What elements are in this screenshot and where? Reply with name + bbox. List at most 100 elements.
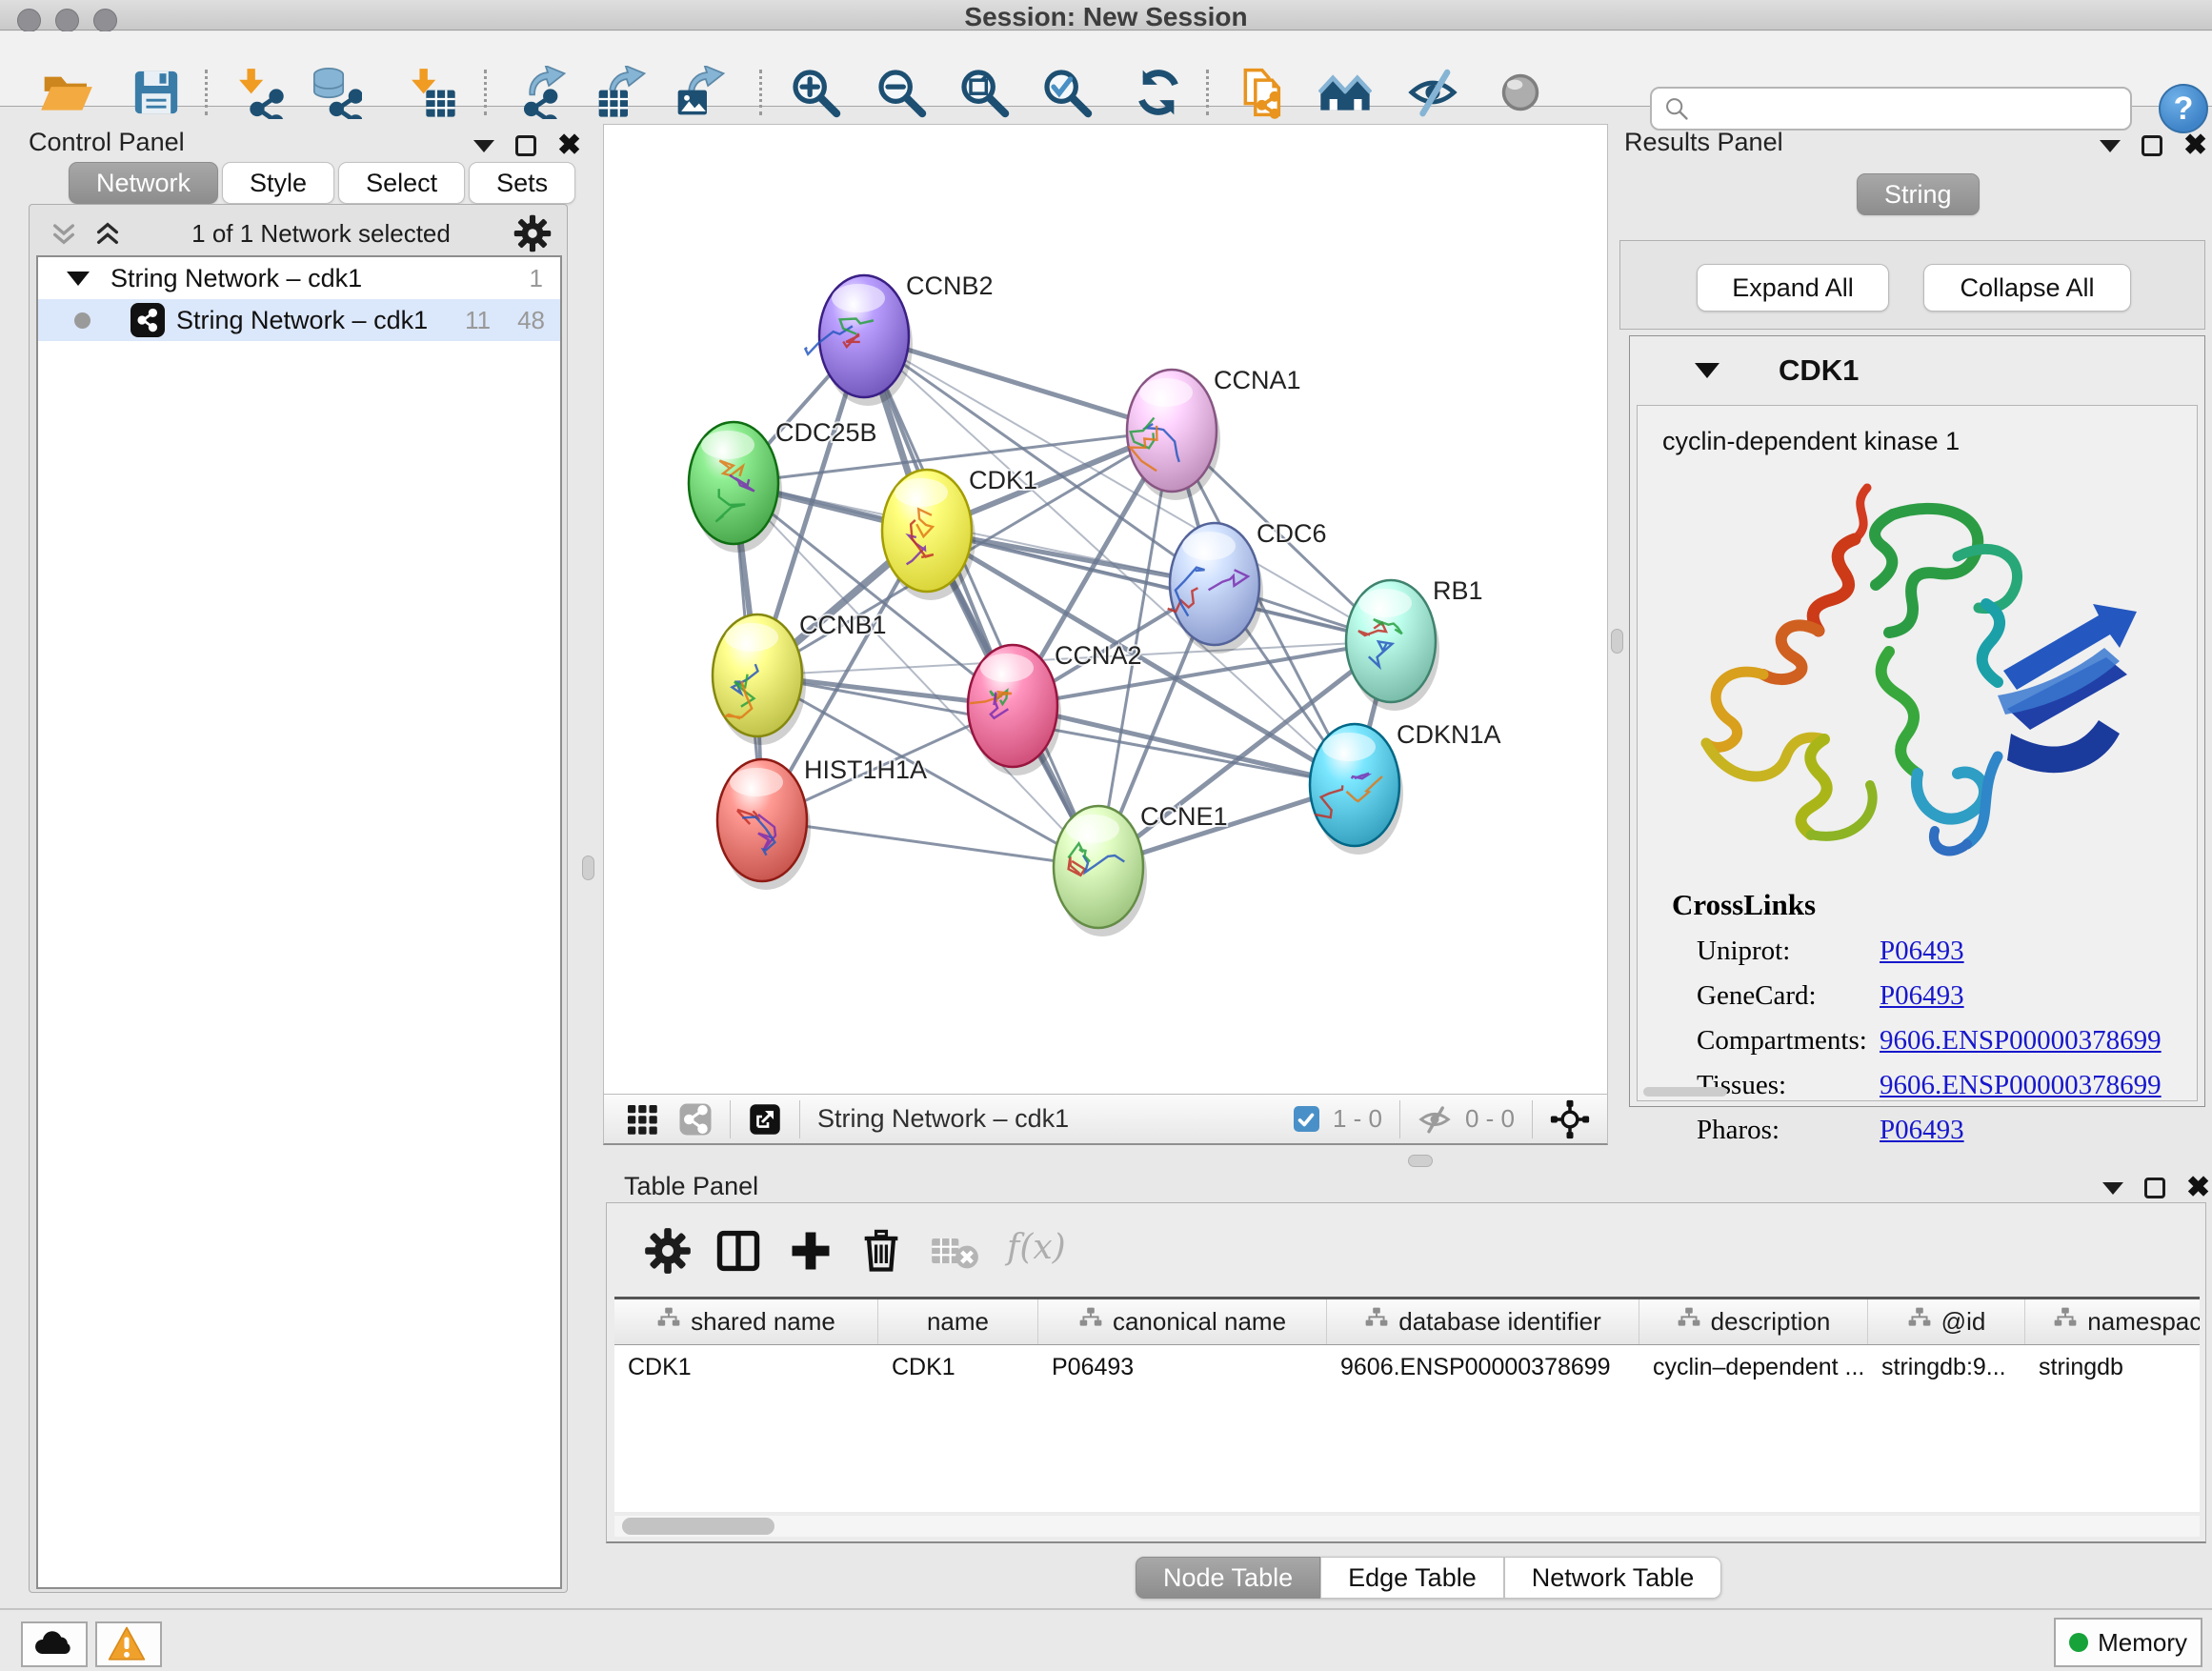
table-cell[interactable]: CDK1 [878, 1345, 1038, 1389]
import-network-file-button[interactable] [231, 66, 285, 119]
tab-select[interactable]: Select [338, 162, 465, 204]
column-header-description[interactable]: description [1639, 1299, 1868, 1344]
column-header-name[interactable]: name [878, 1299, 1038, 1344]
crosslink-value-link[interactable]: P06493 [1880, 1115, 1964, 1146]
network-node-CCNA2[interactable] [968, 645, 1061, 775]
search-input[interactable] [1690, 90, 2130, 128]
open-session-button[interactable] [40, 66, 93, 119]
tab-network[interactable]: Network [69, 162, 218, 204]
hidden-items-icon[interactable] [1418, 1102, 1452, 1137]
expand-all-button[interactable]: Expand All [1697, 264, 1889, 312]
panel-menu-icon[interactable] [2102, 1182, 2123, 1195]
search-box[interactable] [1650, 87, 2132, 131]
gene-header[interactable]: CDK1 [1630, 336, 2204, 405]
table-cell[interactable]: stringdb [2025, 1345, 2200, 1389]
tab-sets[interactable]: Sets [469, 162, 575, 204]
fit-selected-crosshair-icon[interactable] [1550, 1099, 1590, 1139]
crosslink-value-link[interactable]: P06493 [1880, 936, 1964, 967]
add-column-icon[interactable] [786, 1226, 835, 1276]
network-edge-HIST1H1A-CCNE1[interactable] [762, 820, 1098, 867]
bottom-splitter-handle[interactable] [1408, 1155, 1433, 1167]
export-table-button[interactable] [594, 66, 648, 119]
panel-close-icon[interactable]: ✖ [2183, 135, 2207, 156]
tab-string[interactable]: String [1857, 173, 1980, 215]
import-network-database-button[interactable] [309, 66, 362, 119]
tab-network-table[interactable]: Network Table [1504, 1557, 1722, 1599]
zoom-fit-button[interactable] [957, 66, 1011, 119]
network-options-gear-icon[interactable] [513, 213, 553, 253]
table-cell[interactable]: stringdb:9... [1868, 1345, 2025, 1389]
right-splitter-handle[interactable] [1611, 629, 1623, 654]
panel-float-icon[interactable] [2142, 135, 2162, 156]
network-node-RB1[interactable] [1346, 580, 1439, 711]
table-cell[interactable]: P06493 [1038, 1345, 1327, 1389]
collection-expand-icon[interactable] [67, 272, 90, 286]
tab-style[interactable]: Style [222, 162, 334, 204]
table-horizontal-scrollbar[interactable] [614, 1516, 2200, 1537]
detach-view-icon[interactable] [748, 1102, 782, 1137]
panel-float-icon[interactable] [2144, 1178, 2165, 1198]
crosslink-value-link[interactable]: 9606.ENSP00000378699 [1880, 1025, 2162, 1057]
column-header-database-identifier[interactable]: database identifier [1327, 1299, 1639, 1344]
export-network-button[interactable] [514, 66, 568, 119]
tab-edge-table[interactable]: Edge Table [1320, 1557, 1504, 1599]
table-options-gear-icon[interactable] [643, 1226, 693, 1276]
help-button[interactable]: ? [2159, 84, 2208, 133]
save-session-button[interactable] [130, 66, 183, 119]
network-node-CDC6[interactable] [1168, 523, 1263, 654]
hide-glasses-button[interactable] [1406, 66, 1459, 119]
table-cell[interactable]: cyclin–dependent ... [1639, 1345, 1868, 1389]
network-view-canvas[interactable]: CCNB2CCNA1CDC25BCDK1CDC6RB1CCNB1CCNA2CDK… [603, 124, 1608, 1094]
left-splitter-handle[interactable] [582, 856, 594, 880]
panel-close-icon[interactable]: ✖ [2186, 1178, 2210, 1198]
network-node-CCNE1[interactable] [1054, 806, 1147, 936]
table-scrollbar-thumb[interactable] [622, 1518, 774, 1535]
network-node-CDKN1A[interactable] [1310, 724, 1403, 855]
network-collection-row[interactable]: String Network – cdk1 1 [38, 257, 560, 299]
network-edge-CCNB2-CCNE1[interactable] [864, 336, 1098, 867]
show-columns-icon[interactable] [714, 1226, 763, 1276]
panel-menu-icon[interactable] [2100, 140, 2121, 152]
collapse-all-button[interactable]: Collapse All [1923, 264, 2131, 312]
panel-float-icon[interactable] [515, 135, 536, 156]
table-cell[interactable]: 9606.ENSP00000378699 [1327, 1345, 1639, 1389]
selected-nodes-checkbox[interactable] [1294, 1106, 1319, 1132]
column-header-shared-name[interactable]: shared name [614, 1299, 878, 1344]
refresh-button[interactable] [1132, 66, 1185, 119]
tab-node-table[interactable]: Node Table [1136, 1557, 1320, 1599]
delete-column-icon[interactable] [856, 1226, 906, 1276]
table-cell[interactable]: CDK1 [614, 1345, 878, 1389]
string-document-button[interactable] [1237, 66, 1290, 119]
network-node-CDK1[interactable] [882, 470, 975, 600]
column-header-id[interactable]: @id [1868, 1299, 2025, 1344]
node-table: shared namenamecanonical namedatabase id… [614, 1297, 2200, 1512]
expand-all-networks-icon[interactable] [86, 218, 130, 249]
collapse-all-networks-icon[interactable] [42, 218, 86, 249]
network-row-selected[interactable]: String Network – cdk1 11 48 [38, 299, 560, 341]
home-button[interactable] [1318, 66, 1372, 119]
network-node-HIST1H1A[interactable] [717, 759, 811, 890]
cloud-button[interactable] [21, 1621, 88, 1667]
network-node-CCNB1[interactable] [713, 614, 806, 745]
panel-close-icon[interactable]: ✖ [557, 135, 581, 156]
birdseye-grid-icon[interactable] [625, 1102, 659, 1137]
column-header-canonical-name[interactable]: canonical name [1038, 1299, 1327, 1344]
panel-menu-icon[interactable] [473, 140, 494, 152]
network-edge-CCNA2-CDKN1A[interactable] [1013, 706, 1355, 785]
crosslink-value-link[interactable]: P06493 [1880, 980, 1964, 1012]
eye-button[interactable] [1494, 66, 1547, 119]
string-share-icon[interactable] [678, 1102, 713, 1137]
zoom-in-button[interactable] [789, 66, 842, 119]
import-table-button[interactable] [404, 66, 457, 119]
warnings-button[interactable] [95, 1621, 162, 1667]
zoom-out-button[interactable] [875, 66, 928, 119]
crosslink-value-link[interactable]: 9606.ENSP00000378699 [1880, 1070, 2162, 1101]
table-row[interactable]: CDK1CDK1P064939606.ENSP00000378699cyclin… [614, 1345, 2200, 1389]
results-scrollbar-thumb[interactable] [1643, 1087, 1727, 1097]
gene-collapse-icon[interactable] [1695, 363, 1719, 378]
export-image-button[interactable] [674, 66, 727, 119]
memory-button[interactable]: Memory [2054, 1618, 2202, 1667]
help-glyph: ? [2174, 91, 2194, 127]
column-header-namespace[interactable]: namespace [2025, 1299, 2200, 1344]
zoom-selected-button[interactable] [1040, 66, 1094, 119]
